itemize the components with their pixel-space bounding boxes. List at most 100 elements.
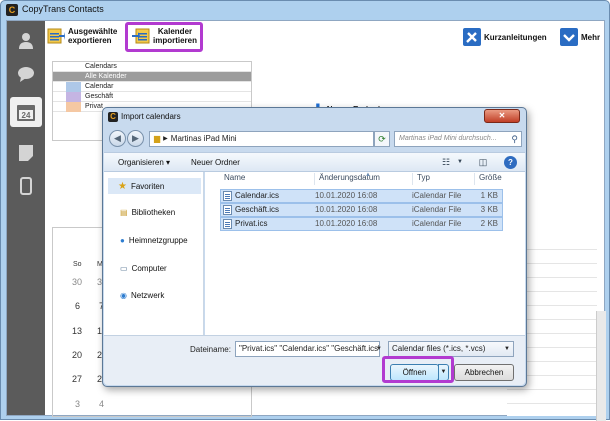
filename-dropdown-icon[interactable]: ▼ <box>374 341 384 357</box>
file-list: Name Änderungsdatum Typ Größe ▲ Calendar… <box>205 172 525 335</box>
import-highlight-frame <box>125 22 203 52</box>
organize-button[interactable]: Organisieren ▾ <box>118 158 170 167</box>
ical-file-icon <box>223 191 232 201</box>
app-logo-icon: C <box>6 4 18 16</box>
calendar-item-all[interactable]: Alle Kalender <box>53 72 251 82</box>
calendar-item-calendar[interactable]: Calendar <box>53 82 251 92</box>
search-icon: ⚲ <box>511 134 518 144</box>
messages-nav[interactable] <box>10 59 42 89</box>
calendar-icon: 24 <box>17 105 35 121</box>
view-options-icon[interactable]: ☷ <box>439 156 453 169</box>
weekday-header: So <box>73 261 82 268</box>
breadcrumb-chevron-icon: ▶ <box>163 136 168 142</box>
calendar-item-geschaeft[interactable]: Geschäft <box>53 92 251 102</box>
homegroup-icon: ● <box>120 236 125 245</box>
ical-file-icon <box>223 205 232 215</box>
calendar-item-label: Geschäft <box>85 93 114 100</box>
address-bar[interactable]: ▆ ▶ Martinas iPad Mini <box>149 131 374 147</box>
dialog-title: Import calendars <box>121 112 181 121</box>
refresh-icon[interactable]: ⟳ <box>374 131 390 147</box>
calendar-item-label: Privat <box>85 103 103 110</box>
more-label: Mehr <box>581 32 601 42</box>
cancel-button[interactable]: Abbrechen <box>454 364 514 381</box>
dialog-footer: Dateiname: "Privat.ics" "Calendar.ics" "… <box>104 335 525 385</box>
note-icon <box>19 145 33 161</box>
view-dropdown-icon[interactable]: ▼ <box>453 156 467 169</box>
preview-pane-icon[interactable]: ◫ <box>476 156 490 169</box>
person-icon <box>19 33 33 49</box>
navigation-pane: ★ Favoriten ▤ Bibliotheken ● Heimnetzgruppe… <box>104 172 204 335</box>
calendars-header: Calendars <box>53 62 251 72</box>
file-row[interactable]: Geschäft.ics 10.01.2020 16:08 iCalendar … <box>220 203 503 217</box>
day-cell[interactable]: 3 <box>75 399 80 409</box>
column-date[interactable]: Änderungsdatum <box>314 173 412 185</box>
search-placeholder: Martinas iPad Mini durchsuch... <box>399 135 497 142</box>
day-cell[interactable]: 6 <box>75 301 80 311</box>
window-title: CopyTrans Contacts <box>22 4 104 14</box>
column-name[interactable]: Name <box>220 173 314 185</box>
forward-arrow-icon[interactable]: ▶ <box>127 130 144 147</box>
ical-file-icon <box>223 219 232 229</box>
quick-guides-label: Kurzanleitungen <box>484 32 547 42</box>
quick-guides-button[interactable]: Kurzanleitungen <box>463 28 547 46</box>
filename-input[interactable]: "Privat.ics" "Calendar.ics" "Geschäft.ic… <box>235 341 380 357</box>
chevron-down-icon: ▼ <box>504 346 510 352</box>
calendar-item-label: Calendar <box>85 83 114 90</box>
day-cell[interactable]: 27 <box>72 374 82 384</box>
device-nav[interactable] <box>10 171 42 201</box>
chat-bubble-icon <box>18 67 34 82</box>
calendar-nav[interactable]: 24 <box>10 97 42 127</box>
network-icon: ◉ <box>120 291 127 300</box>
new-folder-button[interactable]: Neuer Ordner <box>191 158 240 167</box>
scrollbar[interactable] <box>596 311 606 421</box>
left-sidebar: 24 <box>7 21 45 415</box>
nav-homegroup[interactable]: ● Heimnetzgruppe <box>120 236 188 245</box>
column-size[interactable]: Größe <box>474 173 519 185</box>
star-icon: ★ <box>118 180 127 192</box>
contacts-nav[interactable] <box>10 26 42 56</box>
notes-nav[interactable] <box>10 138 42 168</box>
nav-computer[interactable]: ▭ Computer <box>120 264 167 273</box>
open-highlight-frame <box>382 356 454 383</box>
phone-icon <box>20 177 32 195</box>
chevron-down-icon <box>560 28 578 46</box>
address-row: ◀ ▶ ▆ ▶ Martinas iPad Mini ⟳ Martinas iP… <box>109 130 522 148</box>
file-row[interactable]: Privat.ics 10.01.2020 16:08 iCalendar Fi… <box>220 217 503 231</box>
filetype-select[interactable]: Calendar files (*.ics, *.vcs) ▼ <box>388 341 514 357</box>
export-label-line2: exportieren <box>68 36 112 45</box>
main-toolbar: Ausgewählte exportieren Kalender importier… <box>45 21 604 57</box>
day-cell[interactable]: 4 <box>99 399 104 409</box>
dialog-logo-icon: C <box>108 112 118 122</box>
search-input[interactable]: Martinas iPad Mini durchsuch... ⚲ <box>394 131 522 147</box>
computer-icon: ▭ <box>120 264 128 273</box>
calendar-color-swatch <box>66 92 81 102</box>
tools-icon <box>463 28 481 46</box>
export-selected-button[interactable]: Ausgewählte exportieren <box>47 27 117 45</box>
export-calendar-icon <box>47 28 65 44</box>
calendar-day-number: 24 <box>22 111 31 120</box>
day-cell[interactable]: 30 <box>72 277 82 287</box>
import-dialog: C Import calendars ✕ ◀ ▶ ▆ ▶ Martinas iP… <box>102 107 527 387</box>
calendar-color-swatch <box>66 82 81 92</box>
filename-label: Dateiname: <box>190 345 231 354</box>
help-icon[interactable]: ? <box>504 156 517 169</box>
address-path: Martinas iPad Mini <box>170 134 237 143</box>
command-bar: Organisieren ▾ Neuer Ordner ☷ ▼ ◫ ? <box>104 152 525 172</box>
day-cell[interactable]: 20 <box>72 350 82 360</box>
back-arrow-icon[interactable]: ◀ <box>109 130 126 147</box>
folder-icon: ▆ <box>154 134 161 143</box>
nav-libraries[interactable]: ▤ Bibliotheken <box>120 208 175 217</box>
column-type[interactable]: Typ <box>412 173 474 185</box>
file-row[interactable]: Calendar.ics 10.01.2020 16:08 iCalendar … <box>220 189 503 203</box>
export-label-line1: Ausgewählte <box>68 27 118 36</box>
day-cell[interactable]: 13 <box>72 326 82 336</box>
sort-arrow-icon: ▲ <box>365 172 371 178</box>
nav-network[interactable]: ◉ Netzwerk <box>120 291 164 300</box>
nav-favorites[interactable]: ★ Favoriten <box>108 178 201 194</box>
more-button[interactable]: Mehr <box>560 28 600 46</box>
calendar-color-swatch <box>66 102 81 112</box>
calendar-item-label: Alle Kalender <box>85 73 127 80</box>
title-bar: C CopyTrans Contacts <box>1 1 610 19</box>
dialog-close-button[interactable]: ✕ <box>484 109 520 123</box>
library-icon: ▤ <box>120 208 128 217</box>
